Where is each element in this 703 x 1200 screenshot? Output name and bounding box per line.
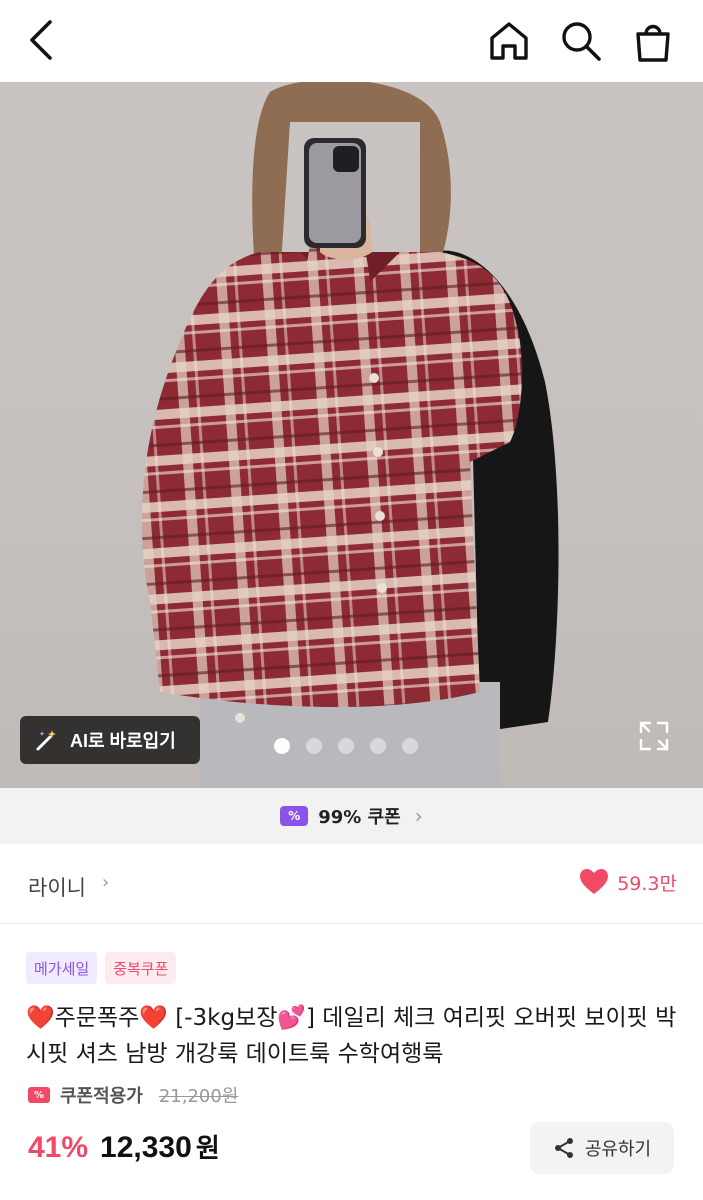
share-button[interactable]: 공유하기 [530, 1122, 674, 1174]
shopping-bag-icon[interactable] [630, 18, 676, 64]
ai-try-on-button[interactable]: AI로 바로입기 [20, 716, 200, 764]
coupon-icon: % [280, 806, 309, 826]
discount-rate: 41% [28, 1131, 89, 1164]
original-price: 21,200원 [158, 1086, 239, 1107]
coupon-tag-icon: % [28, 1087, 50, 1103]
product-image-carousel[interactable]: AI로 바로입기 [0, 82, 703, 788]
chevron-right-icon: › [102, 872, 110, 893]
coupon-label: 99% 쿠폰 [318, 807, 401, 828]
carousel-dot[interactable] [338, 738, 354, 754]
carousel-dot[interactable] [402, 738, 418, 754]
share-label: 공유하기 [584, 1139, 652, 1160]
search-icon[interactable] [558, 18, 604, 64]
carousel-indicator [274, 738, 418, 754]
home-icon[interactable] [486, 18, 532, 64]
mega-sale-badge: 메가세일 [26, 952, 98, 984]
like-count: 59.3만 [617, 872, 677, 895]
sale-price: 12,330 [100, 1131, 192, 1164]
top-nav-bar [0, 0, 703, 82]
carousel-dot[interactable] [306, 738, 322, 754]
share-icon [554, 1138, 573, 1158]
coupon-price-label: 쿠폰적용가 [60, 1086, 143, 1107]
carousel-dot[interactable] [274, 738, 290, 754]
product-title: ❤️주문폭주❤️ [-3kg보장💕] 데일리 체크 여리핏 오버핏 보이핏 박시… [26, 1005, 677, 1067]
like-button[interactable]: 59.3만 [579, 868, 677, 896]
expand-icon[interactable] [638, 720, 670, 752]
carousel-dot[interactable] [370, 738, 386, 754]
currency-unit: 원 [195, 1134, 220, 1164]
magic-wand-icon [36, 730, 56, 751]
product-photo [141, 82, 559, 788]
heart-icon [580, 869, 609, 894]
stack-coupon-badge: 중복쿠폰 [105, 952, 177, 984]
back-icon[interactable] [22, 18, 62, 62]
ai-try-on-label: AI로 바로입기 [70, 731, 176, 751]
badge-row: 메가세일 중복쿠폰 [26, 952, 177, 984]
coupon-banner[interactable]: % 99% 쿠폰 › [0, 788, 703, 844]
chevron-right-icon: › [414, 804, 423, 828]
coupon-price-row: % 쿠폰적용가 21,200원 [28, 1082, 238, 1108]
store-row: 라이니 › 59.3만 [0, 844, 703, 924]
price-row: 41% 12,330 원 [28, 1128, 220, 1165]
store-name-link[interactable]: 라이니 [28, 872, 86, 902]
